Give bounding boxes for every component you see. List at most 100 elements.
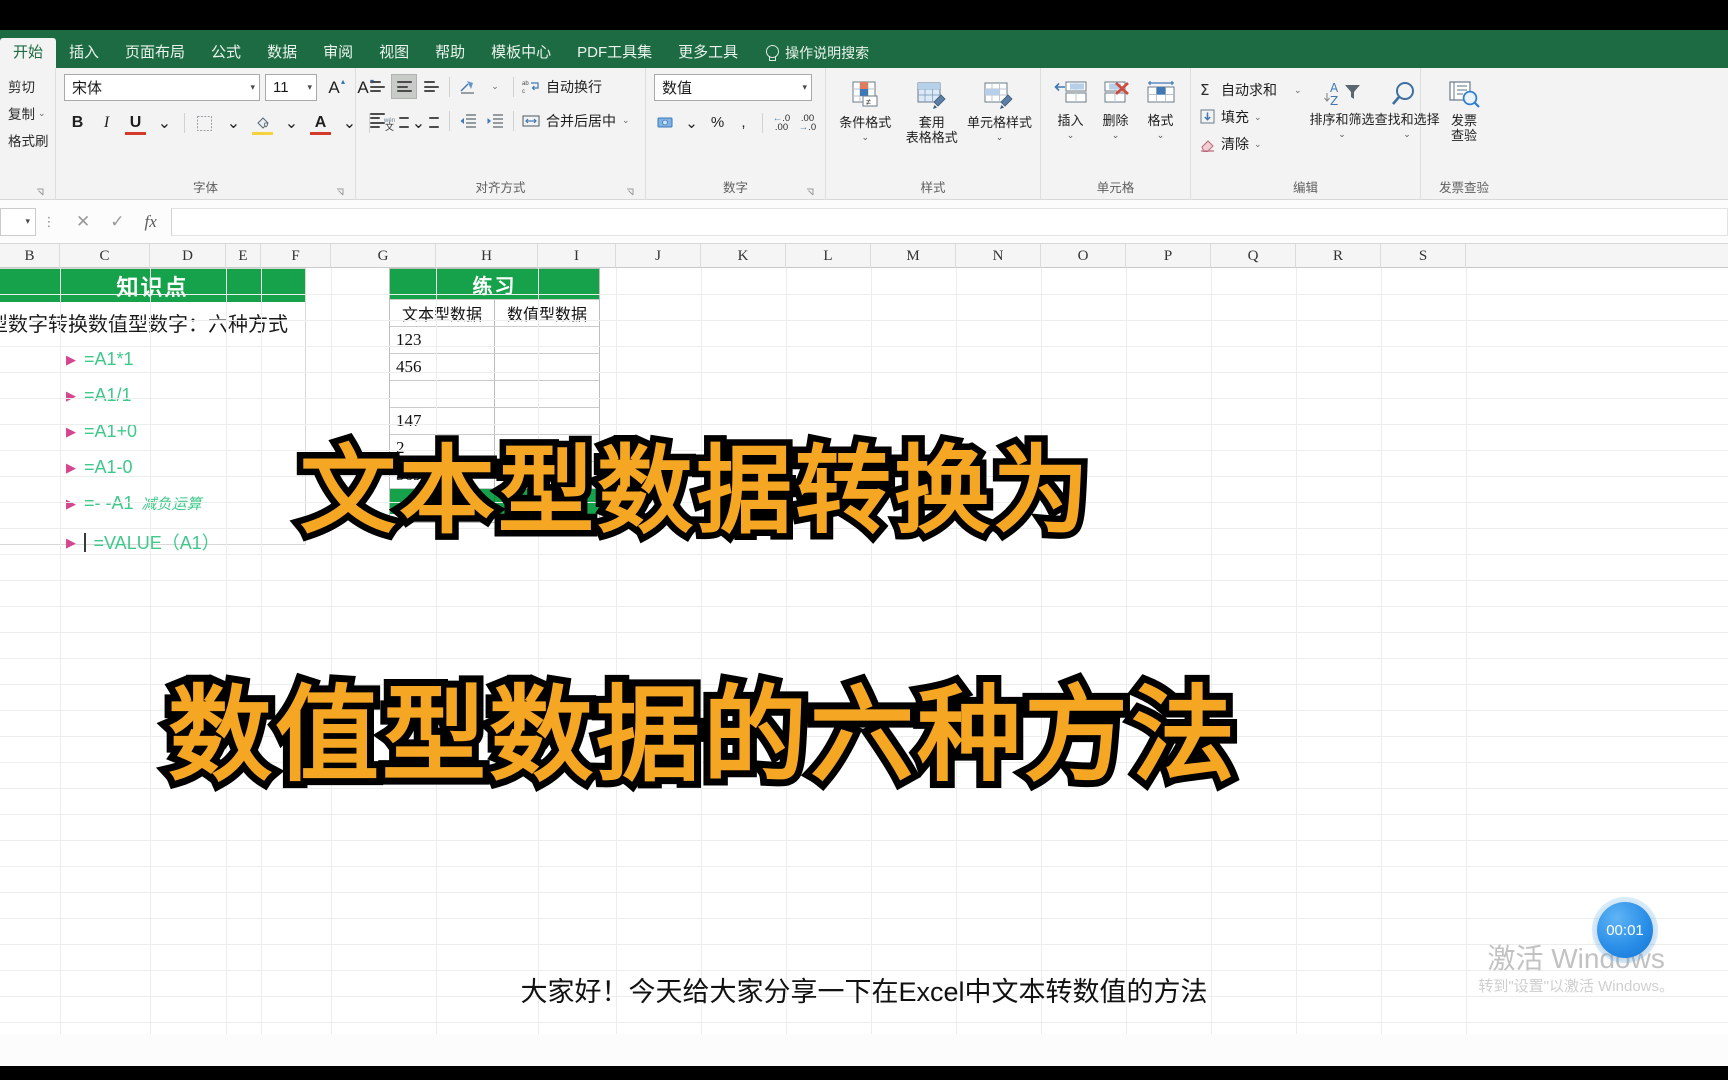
cut-button[interactable]: 剪切 xyxy=(8,76,49,96)
percent-style-button[interactable]: % xyxy=(706,110,729,135)
table-row[interactable]: 456 xyxy=(390,353,599,380)
column-header-o[interactable]: O xyxy=(1041,244,1126,268)
column-header-e[interactable]: E xyxy=(226,244,261,268)
ribbon-tab-data[interactable]: 数据 xyxy=(254,38,310,68)
sort-filter-button[interactable]: A Z 排序和筛选 ⌄ xyxy=(1310,77,1375,139)
column-header-g[interactable]: G xyxy=(331,244,436,268)
ribbon-tab-help[interactable]: 帮助 xyxy=(422,38,478,68)
invoice-check-button[interactable]: 发票 查验 xyxy=(1429,78,1499,143)
decrease-indent-button[interactable] xyxy=(455,108,481,133)
insert-function-icon[interactable]: fx xyxy=(145,212,157,232)
orientation-button[interactable] xyxy=(455,74,481,99)
column-header-f[interactable]: F xyxy=(261,244,331,268)
column-header-l[interactable]: L xyxy=(786,244,871,268)
name-box[interactable]: ▾ xyxy=(0,207,36,236)
font-color-button[interactable]: A xyxy=(307,110,334,136)
chevron-down-icon[interactable]: ⌄ xyxy=(861,133,869,142)
currency-dropdown-icon[interactable]: ⌄ xyxy=(680,110,703,135)
chevron-down-icon[interactable]: ▾ xyxy=(25,216,30,227)
table-row[interactable]: 123 xyxy=(390,326,599,353)
column-header-c[interactable]: C xyxy=(60,244,150,268)
borders-button[interactable] xyxy=(191,110,218,136)
cell-text[interactable]: 456 xyxy=(390,354,495,380)
chevron-down-icon[interactable]: ⌄ xyxy=(1338,130,1346,139)
formula-bar-handle[interactable]: ⋮ xyxy=(36,215,62,228)
currency-format-button[interactable] xyxy=(654,110,677,135)
cell-styles-button[interactable]: 单元格样式 ⌄ xyxy=(967,78,1032,142)
chevron-down-icon[interactable]: ⌄ xyxy=(1254,139,1262,150)
cancel-edit-icon[interactable]: ✕ xyxy=(76,212,90,232)
ribbon-tab-formulas[interactable]: 公式 xyxy=(198,38,254,68)
chevron-down-icon[interactable]: ⌄ xyxy=(1254,112,1262,123)
chevron-down-icon[interactable]: ⌄ xyxy=(1403,130,1411,139)
increase-decimal-button[interactable]: ←.0.00 xyxy=(770,110,793,135)
merge-center-button[interactable]: 合并后居中 ⌄ xyxy=(519,109,633,133)
dialog-launcher-icon[interactable] xyxy=(336,188,345,197)
chevron-down-icon[interactable]: ▾ xyxy=(802,82,807,93)
format-painter-button[interactable]: 格式刷 xyxy=(8,130,49,150)
column-header-j[interactable]: J xyxy=(616,244,701,268)
column-header-d[interactable]: D xyxy=(150,244,226,268)
column-header-n[interactable]: N xyxy=(956,244,1041,268)
chevron-down-icon[interactable]: ⌄ xyxy=(1294,85,1302,96)
wrap-text-button[interactable]: ab c 自动换行 xyxy=(519,75,605,99)
fill-color-button[interactable] xyxy=(249,110,276,136)
cell-text[interactable] xyxy=(390,381,495,407)
merge-dropdown-icon[interactable]: ⌄ xyxy=(622,115,630,126)
ribbon-tab-review[interactable]: 审阅 xyxy=(310,38,366,68)
delete-cells-button[interactable]: 删除 ⌄ xyxy=(1094,78,1137,140)
cell-text[interactable]: 123 xyxy=(390,327,495,353)
copy-button[interactable]: 复制 ⌄ xyxy=(8,103,49,123)
dialog-launcher-icon[interactable] xyxy=(626,188,635,197)
dialog-launcher-icon[interactable] xyxy=(806,188,815,197)
font-size-input[interactable]: 11 ▾ xyxy=(265,74,317,101)
orientation-dropdown-icon[interactable]: ⌄ xyxy=(482,74,508,99)
column-header-k[interactable]: K xyxy=(701,244,786,268)
underline-button[interactable]: U xyxy=(122,110,149,136)
align-bottom-button[interactable] xyxy=(418,74,444,99)
chevron-down-icon[interactable]: ▾ xyxy=(250,82,255,93)
chevron-down-icon[interactable]: ⌄ xyxy=(1112,131,1120,140)
ribbon-tab-insert[interactable]: 插入 xyxy=(56,38,112,68)
increase-font-size-button[interactable]: A xyxy=(322,76,346,100)
insert-cells-button[interactable]: 插入 ⌄ xyxy=(1049,78,1092,140)
column-header-h[interactable]: H xyxy=(436,244,538,268)
ribbon-tab-view[interactable]: 视图 xyxy=(366,38,422,68)
bold-button[interactable]: B xyxy=(64,110,91,136)
confirm-edit-icon[interactable]: ✓ xyxy=(110,212,124,232)
ribbon-tab-page-layout[interactable]: 页面布局 xyxy=(112,38,198,68)
align-left-button[interactable] xyxy=(364,108,390,133)
autosum-button[interactable]: Σ 自动求和 ⌄ xyxy=(1199,80,1302,100)
formula-input[interactable] xyxy=(170,207,1728,236)
chevron-down-icon[interactable]: ⌄ xyxy=(1067,131,1075,140)
cell-numeric[interactable] xyxy=(495,381,599,407)
fill-color-dropdown-icon[interactable]: ⌄ xyxy=(278,110,305,136)
column-header-m[interactable]: M xyxy=(871,244,956,268)
column-header-b[interactable]: B xyxy=(0,244,60,268)
increase-indent-button[interactable] xyxy=(482,108,508,133)
chevron-down-icon[interactable]: ▾ xyxy=(307,82,312,93)
underline-dropdown-icon[interactable]: ⌄ xyxy=(151,110,178,136)
format-as-table-button[interactable]: 套用 表格格式 xyxy=(900,78,962,145)
dialog-launcher-icon[interactable] xyxy=(36,188,45,197)
align-center-button[interactable] xyxy=(391,108,417,133)
column-header-s[interactable]: S xyxy=(1381,244,1466,268)
comma-style-button[interactable]: , xyxy=(732,110,755,135)
number-format-select[interactable]: 数值 ▾ xyxy=(654,74,812,101)
ribbon-tab-pdf-tools[interactable]: PDF工具集 xyxy=(564,38,665,68)
chevron-down-icon[interactable]: ⌄ xyxy=(1157,131,1165,140)
italic-button[interactable]: I xyxy=(93,110,120,136)
column-header-q[interactable]: Q xyxy=(1211,244,1296,268)
ribbon-tab-home[interactable]: 开始 xyxy=(0,38,57,68)
table-row[interactable] xyxy=(390,380,599,407)
ribbon-tab-more-tools[interactable]: 更多工具 xyxy=(665,38,751,68)
cell-numeric[interactable] xyxy=(495,354,599,380)
clear-button[interactable]: 清除 ⌄ xyxy=(1199,134,1302,154)
font-name-input[interactable]: 宋体 ▾ xyxy=(64,74,260,101)
column-header-r[interactable]: R xyxy=(1296,244,1381,268)
chevron-down-icon[interactable]: ⌄ xyxy=(996,133,1004,142)
format-cells-button[interactable]: 格式 ⌄ xyxy=(1139,78,1182,140)
conditional-formatting-button[interactable]: ≠ 条件格式 ⌄ xyxy=(834,78,896,142)
cell-numeric[interactable] xyxy=(495,327,599,353)
align-middle-button[interactable] xyxy=(391,74,417,99)
